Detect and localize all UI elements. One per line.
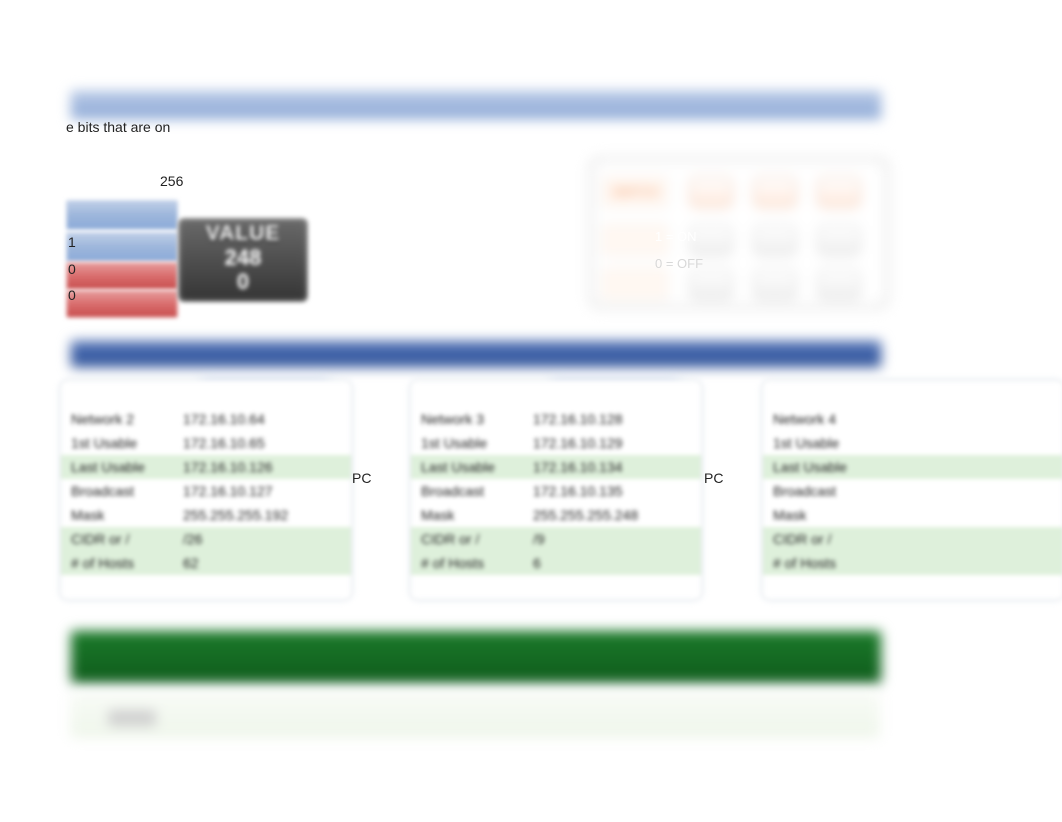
mini-switch-label-1: 1 [68, 234, 76, 250]
answers-chip [108, 710, 156, 726]
c3-cidr-k: CIDR or / [421, 531, 533, 547]
c2-last-k: Last Usable [71, 459, 183, 475]
c2-bcast-v: 172.16.10.127 [183, 483, 341, 499]
c2-network-k: Network 2 [71, 411, 183, 427]
intro-text-tail: e bits that are on [66, 119, 170, 135]
c4-hosts-v [885, 555, 1053, 571]
c4-first-v [885, 435, 1053, 451]
switch-rocker-2[interactable] [753, 176, 797, 208]
c4-last-v [885, 459, 1053, 475]
switch-rocker-3c[interactable] [817, 268, 861, 300]
c4-network-v [885, 411, 1053, 427]
c3-hosts-v: 6 [533, 555, 691, 571]
c3-bcast-v: 172.16.10.135 [533, 483, 691, 499]
section-header-bar-1 [70, 90, 882, 120]
value-box: VALUE 248 0 [178, 218, 308, 302]
card-network-4: Network 4 1st Usable Last Usable Broadca… [762, 380, 1062, 600]
answers-area [70, 692, 880, 738]
c4-cidr-v [885, 531, 1053, 547]
c2-hosts-v: 62 [183, 555, 341, 571]
mini-switch-row-3-bar [66, 290, 178, 318]
c3-last-v: 172.16.10.134 [533, 459, 691, 475]
switch-rocker-2b[interactable] [753, 224, 797, 256]
answers-header-bar [70, 630, 882, 684]
c4-last-k: Last Usable [773, 459, 885, 475]
c3-first-k: 1st Usable [421, 435, 533, 451]
switch-off-legend: 0 = OFF [655, 256, 703, 271]
mini-switch-label-2: 0 [68, 261, 76, 277]
value-box-title: VALUE [178, 222, 308, 246]
c3-last-k: Last Usable [421, 459, 533, 475]
c4-mask-v [885, 507, 1053, 523]
c3-mask-k: Mask [421, 507, 533, 523]
pc-label-2: PC [704, 470, 723, 486]
value-box-line2: 0 [178, 270, 308, 294]
c4-network-k: Network 4 [773, 411, 885, 427]
c4-bcast-v [885, 483, 1053, 499]
c4-cidr-k: CIDR or / [773, 531, 885, 547]
c2-first-k: 1st Usable [71, 435, 183, 451]
c4-first-k: 1st Usable [773, 435, 885, 451]
switch-on-legend: 1 = ON [655, 229, 697, 244]
card-network-3: Network 3172.16.10.128 1st Usable172.16.… [410, 380, 702, 600]
c3-bcast-k: Broadcast [421, 483, 533, 499]
c2-network-v: 172.16.10.64 [183, 411, 341, 427]
c2-cidr-v: /26 [183, 531, 341, 547]
c2-last-v: 172.16.10.126 [183, 459, 341, 475]
c2-cidr-k: CIDR or / [71, 531, 183, 547]
c3-cidr-v: /9 [533, 531, 691, 547]
switch-rocker-1c[interactable] [689, 268, 733, 300]
c3-first-v: 172.16.10.129 [533, 435, 691, 451]
c2-mask-k: Mask [71, 507, 183, 523]
mini-switch-label-3: 0 [68, 287, 76, 303]
c3-mask-v: 255.255.255.248 [533, 507, 691, 523]
c4-hosts-k: # of Hosts [773, 555, 885, 571]
c3-network-k: Network 3 [421, 411, 533, 427]
mini-switch-row-1-bar [66, 200, 178, 230]
switch-strip-title: SWITCH [601, 175, 669, 209]
c3-hosts-k: # of Hosts [421, 555, 533, 571]
pc-label-1: PC [352, 470, 371, 486]
c2-first-v: 172.16.10.65 [183, 435, 341, 451]
c2-hosts-k: # of Hosts [71, 555, 183, 571]
switch-rocker-2c[interactable] [753, 268, 797, 300]
section-header-bar-2 [70, 340, 882, 368]
switch-rocker-3b[interactable] [817, 224, 861, 256]
value-box-line1: 248 [178, 246, 308, 270]
card-network-2: Network 2172.16.10.64 1st Usable172.16.1… [60, 380, 352, 600]
c4-mask-k: Mask [773, 507, 885, 523]
page: e bits that are on 256 1 0 0 VALUE 248 0… [0, 0, 1062, 822]
switch-rocker-3[interactable] [817, 176, 861, 208]
c2-mask-v: 255.255.255.192 [183, 507, 341, 523]
c2-bcast-k: Broadcast [71, 483, 183, 499]
c3-network-v: 172.16.10.128 [533, 411, 691, 427]
mini-switch-row-2-bar [66, 262, 178, 290]
value-256-label: 256 [160, 173, 183, 189]
c4-bcast-k: Broadcast [773, 483, 885, 499]
switch-strip: SWITCH [588, 156, 890, 310]
switch-strip-off-tag [601, 267, 669, 301]
mini-switch-row-1b-bar [66, 232, 178, 262]
switch-rocker-1[interactable] [689, 176, 733, 208]
